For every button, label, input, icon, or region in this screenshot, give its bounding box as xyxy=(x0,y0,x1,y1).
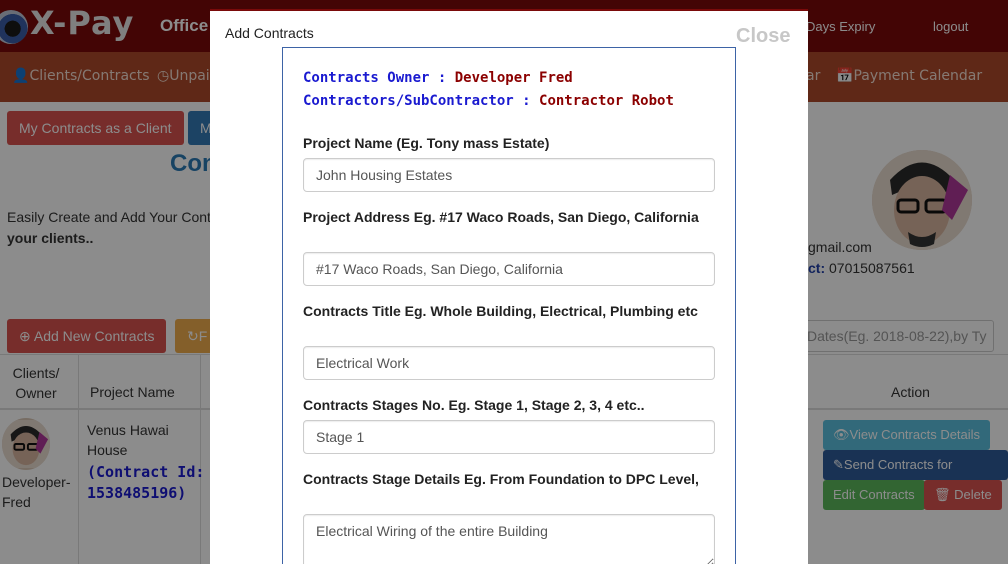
project-address-label: Project Address Eg. #17 Waco Roads, San … xyxy=(303,209,699,225)
stage-details-textarea[interactable]: Electrical Wiring of the entire Building xyxy=(303,514,715,564)
stages-no-input[interactable] xyxy=(303,420,715,454)
contractor-line: Contractors/SubContractor : Contractor R… xyxy=(303,93,674,109)
stage-details-label: Contracts Stage Details Eg. From Foundat… xyxy=(303,471,699,487)
contracts-title-label: Contracts Title Eg. Whole Building, Elec… xyxy=(303,303,698,319)
contracts-owner-line: Contracts Owner : Developer Fred xyxy=(303,70,573,86)
stages-no-label: Contracts Stages No. Eg. Stage 1, Stage … xyxy=(303,397,645,413)
close-button[interactable]: Close xyxy=(736,25,790,48)
project-name-label: Project Name (Eg. Tony mass Estate) xyxy=(303,135,550,151)
contracts-title-input[interactable] xyxy=(303,346,715,380)
project-name-input[interactable] xyxy=(303,158,715,192)
add-contracts-modal: Add Contracts Close Contracts Owner : De… xyxy=(210,9,808,564)
project-address-input[interactable] xyxy=(303,252,715,286)
modal-title: Add Contracts xyxy=(225,25,314,41)
add-contracts-form: Contracts Owner : Developer Fred Contrac… xyxy=(282,47,736,564)
